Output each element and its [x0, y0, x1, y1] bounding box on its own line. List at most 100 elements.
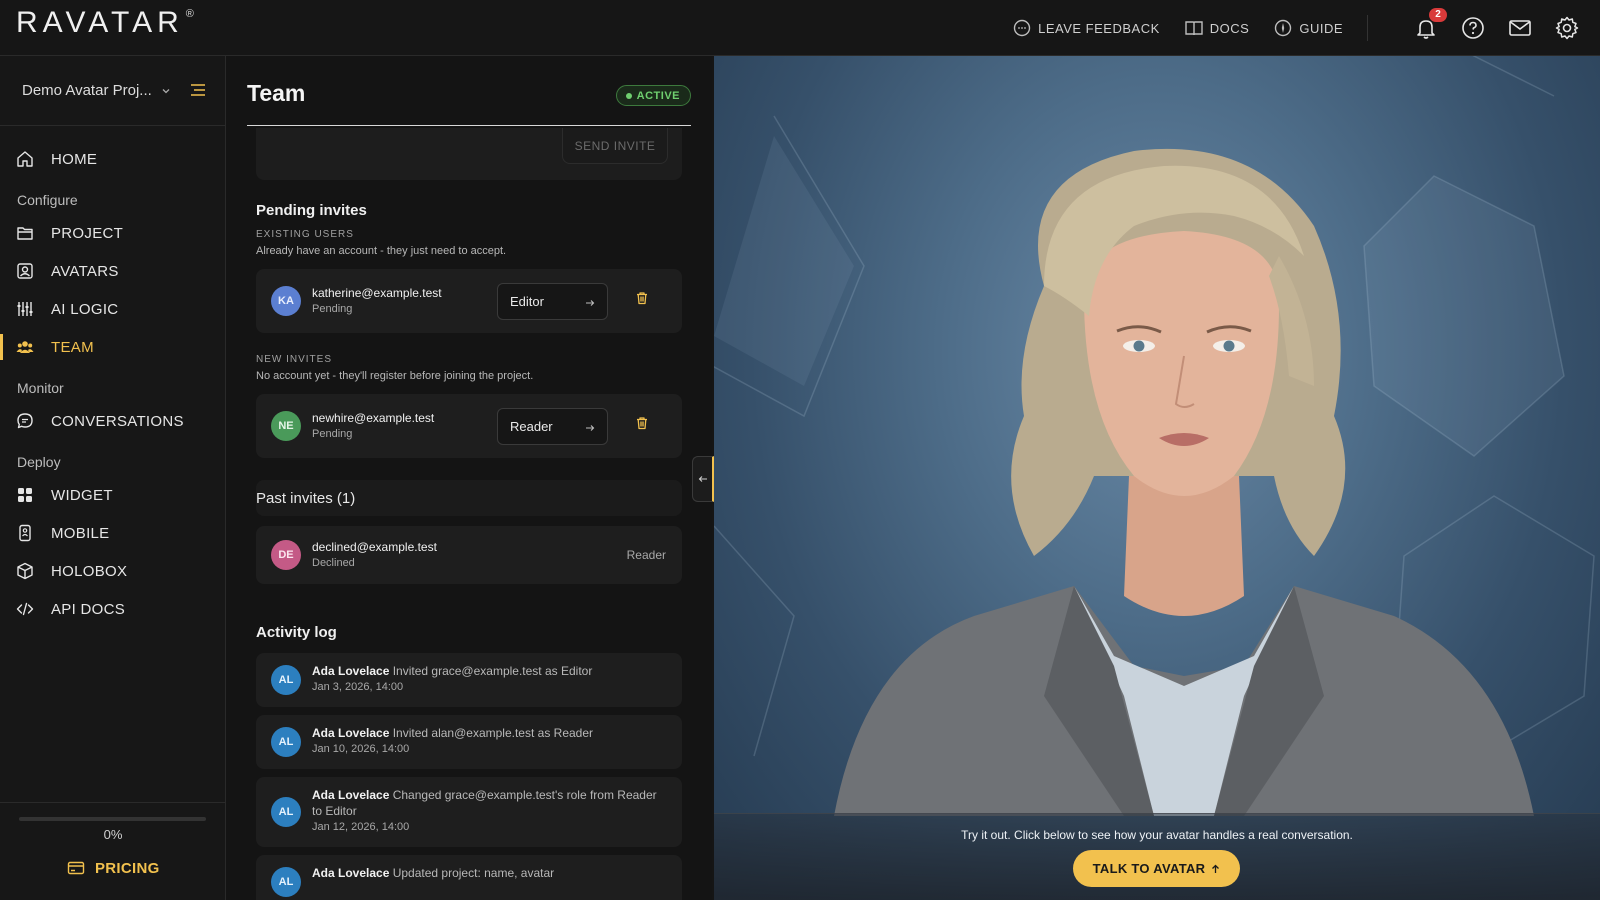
logo-registered-mark: ® [185, 8, 194, 20]
sidebar-item-mobile[interactable]: MOBILE [0, 514, 225, 552]
code-icon [16, 602, 34, 616]
trash-icon[interactable] [635, 291, 649, 305]
activity-time: Jan 3, 2026, 14:00 [312, 681, 404, 693]
invite-status: Declined [312, 557, 355, 569]
talk-to-avatar-label: TALK TO AVATAR [1092, 861, 1206, 876]
past-invites-toggle[interactable]: Past invites (1) [256, 480, 682, 516]
project-name: Demo Avatar Proj... [22, 82, 152, 99]
collapse-panel-button[interactable] [692, 456, 714, 502]
sidebar-item-label: AI LOGIC [51, 300, 119, 318]
invite-form: SEND INVITE [256, 128, 682, 180]
logo-text: RAVATAR [16, 6, 184, 39]
sidebar-item-label: WIDGET [51, 486, 113, 504]
guide-label: GUIDE [1299, 20, 1343, 36]
invite-email: declined@example.test [312, 540, 437, 554]
pending-invite-card: KA katherine@example.test Pending Editor [256, 269, 682, 333]
sidebar-item-label: CONVERSATIONS [51, 412, 184, 430]
sidebar: Demo Avatar Proj... HOME Configure PROJE… [0, 56, 226, 900]
activity-text: Ada Lovelace Changed grace@example.test'… [312, 787, 668, 819]
activity-actor: Ada Lovelace [312, 726, 390, 740]
sliders-icon [17, 302, 33, 316]
ravatar-logo[interactable]: RAVATAR ® [16, 8, 194, 38]
new-invites-label: NEW INVITES [256, 354, 333, 365]
invite-email: newhire@example.test [312, 411, 435, 425]
compass-icon [1275, 19, 1292, 37]
messages-button[interactable] [1507, 15, 1533, 41]
avatar: DE [271, 540, 301, 570]
trash-icon[interactable] [635, 416, 649, 430]
role-select[interactable]: Editor [497, 283, 608, 320]
leave-feedback-label: LEAVE FEEDBACK [1038, 20, 1160, 36]
help-icon [1462, 17, 1484, 39]
chat-icon [17, 413, 33, 429]
avatar: AL [271, 665, 301, 695]
nav-section-deploy: Deploy [17, 454, 61, 470]
avatar: NE [271, 411, 301, 441]
pending-invites-heading: Pending invites [256, 202, 367, 219]
pricing-label: PRICING [95, 859, 160, 877]
chevron-down-icon [162, 89, 170, 94]
docs-label: DOCS [1209, 20, 1250, 36]
sidebar-item-project[interactable]: PROJECT [0, 214, 225, 252]
activity-item: AL Ada Lovelace Invited alan@example.tes… [256, 715, 682, 769]
status-dot [625, 92, 632, 99]
cta-description: Try it out. Click below to see how your … [961, 828, 1353, 842]
sidebar-item-label: PROJECT [51, 224, 124, 242]
team-icon [16, 341, 34, 353]
notifications-button[interactable]: 2 [1413, 8, 1447, 41]
activity-text: Ada Lovelace Invited alan@example.test a… [312, 725, 668, 741]
arrow-left-icon [698, 476, 707, 482]
sidebar-item-label: HOME [51, 150, 98, 168]
sidebar-item-api-docs[interactable]: API DOCS [0, 590, 225, 628]
nav-section-monitor: Monitor [17, 380, 64, 396]
activity-item: AL Ada Lovelace Changed grace@example.te… [256, 777, 682, 847]
sidebar-footer: 0% PRICING [0, 802, 226, 900]
sidebar-item-home[interactable]: HOME [0, 140, 225, 178]
pricing-link[interactable]: PRICING [67, 859, 160, 877]
top-bar: RAVATAR ® LEAVE FEEDBACK DOCS GUIDE 2 [0, 0, 1600, 56]
pending-invite-card: NE newhire@example.test Pending Reader [256, 394, 682, 458]
sidebar-item-avatars[interactable]: AVATARS [0, 252, 225, 290]
project-selector[interactable]: Demo Avatar Proj... [0, 56, 225, 126]
team-header: Team ACTIVE [247, 56, 691, 126]
sidebar-item-widget[interactable]: WIDGET [0, 476, 225, 514]
mail-icon [1509, 20, 1531, 36]
grid-icon [18, 488, 32, 502]
talk-to-avatar-button[interactable]: TALK TO AVATAR [1073, 850, 1240, 887]
avatar: AL [271, 727, 301, 757]
sidebar-item-conversations[interactable]: CONVERSATIONS [0, 402, 225, 440]
role-value: Reader [510, 419, 553, 434]
existing-users-description: Already have an account - they just need… [256, 245, 507, 257]
team-content: SEND INVITE Pending invites EXISTING USE… [256, 128, 682, 900]
top-divider [1367, 15, 1368, 41]
avatar: AL [271, 867, 301, 897]
sidebar-item-label: MOBILE [51, 524, 110, 542]
invite-status: Pending [312, 303, 353, 315]
sidebar-item-holobox[interactable]: HOLOBOX [0, 552, 225, 590]
avatar-figure [834, 148, 1534, 816]
arrow-right-icon [586, 300, 595, 306]
activity-log-heading: Activity log [256, 624, 337, 641]
past-invites-heading: Past invites (1) [256, 489, 356, 507]
cta-area: Try it out. Click below to see how your … [714, 813, 1600, 900]
help-button[interactable] [1460, 15, 1486, 41]
sidebar-item-team[interactable]: TEAM [0, 328, 225, 366]
settings-button[interactable] [1554, 15, 1580, 41]
nav-section-configure: Configure [17, 192, 78, 208]
credit-card-icon [67, 861, 85, 875]
invite-email: katherine@example.test [312, 286, 442, 300]
sidebar-nav: HOME Configure PROJECT AVATARS AI LOGIC … [0, 126, 225, 628]
leave-feedback-link[interactable]: LEAVE FEEDBACK [1012, 18, 1160, 38]
menu-icon[interactable] [190, 82, 206, 98]
cube-icon [17, 562, 33, 580]
page-title: Team [247, 80, 306, 106]
arrow-up-icon [1212, 864, 1220, 873]
role-select[interactable]: Reader [497, 408, 608, 445]
status-badge: ACTIVE [615, 85, 691, 106]
avatar: KA [271, 286, 301, 316]
sidebar-item-ai-logic[interactable]: AI LOGIC [0, 290, 225, 328]
docs-link[interactable]: DOCS [1184, 18, 1250, 38]
activity-text: Ada Lovelace Updated project: name, avat… [312, 865, 668, 881]
send-invite-button[interactable]: SEND INVITE [562, 128, 668, 164]
guide-link[interactable]: GUIDE [1273, 18, 1343, 38]
